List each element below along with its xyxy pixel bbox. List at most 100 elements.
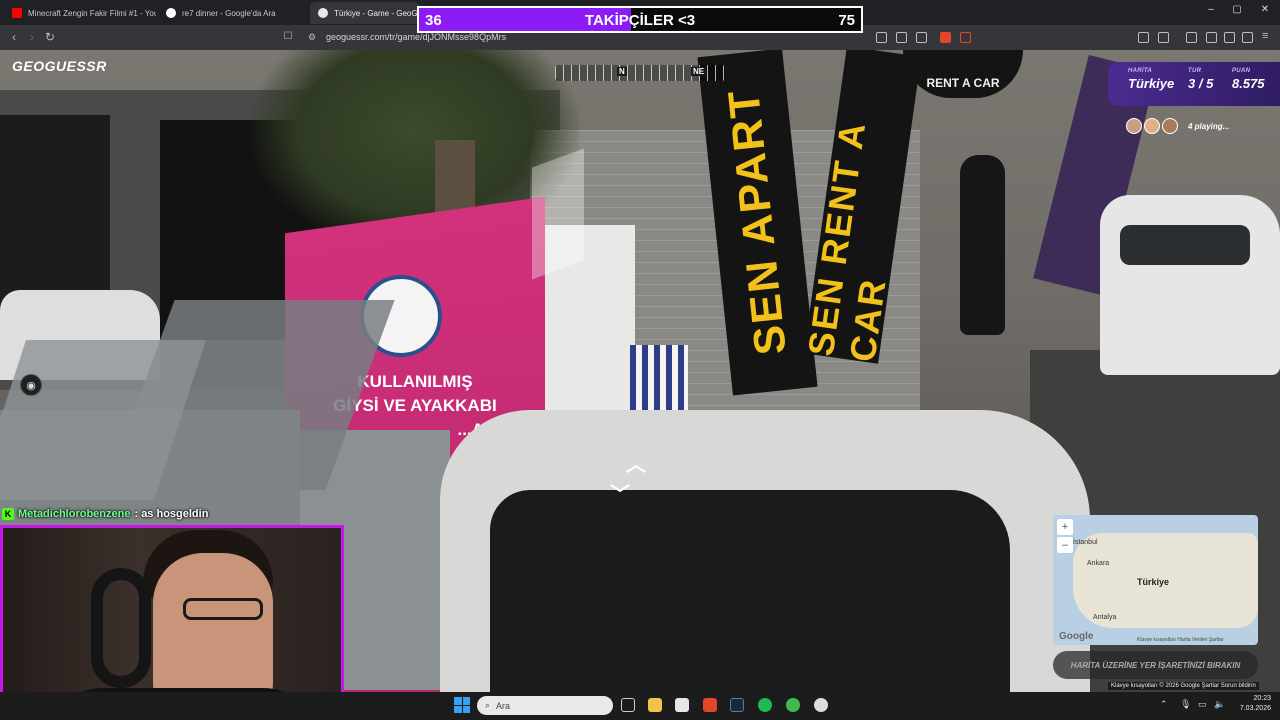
brave-browser-icon[interactable] bbox=[703, 698, 717, 712]
translate-icon[interactable] bbox=[876, 32, 887, 43]
map-label: HARİTA bbox=[1128, 68, 1153, 74]
cast-icon[interactable] bbox=[896, 32, 907, 43]
map-label-turkiye: Türkiye bbox=[1137, 577, 1170, 587]
headphones-icon bbox=[91, 568, 151, 688]
chat-message: K Metadichlorobenzene : as hosgeldin bbox=[2, 506, 208, 522]
webcam-overlay bbox=[0, 525, 344, 720]
taskbar-clock[interactable]: 20:23 7.03.2026 bbox=[1233, 694, 1271, 714]
leo-ai-icon[interactable] bbox=[1224, 32, 1235, 43]
shop-window bbox=[0, 115, 110, 315]
pedestrian bbox=[960, 155, 1005, 335]
youtube-favicon-icon bbox=[12, 8, 22, 18]
spotify-icon[interactable] bbox=[758, 698, 772, 712]
search-placeholder: Ara bbox=[496, 700, 511, 711]
extension-icon[interactable] bbox=[1138, 32, 1149, 43]
tray-overflow-icon[interactable]: ⌃ bbox=[1160, 699, 1168, 710]
chat-username: Metadichlorobenzene bbox=[18, 508, 131, 520]
vpn-icon[interactable] bbox=[1242, 32, 1253, 43]
tab-title: re7 dinner - Google'da Ara bbox=[182, 8, 276, 18]
close-window-button[interactable]: ✕ bbox=[1252, 4, 1278, 15]
map-label-antalya: Antalya bbox=[1093, 614, 1117, 621]
score-stat: PUAN 8.575 bbox=[1232, 68, 1265, 91]
round-value: 3 / 5 bbox=[1188, 76, 1214, 91]
tab-title: Minecraft Zengin Fakir Filmi #1 - You bbox=[28, 8, 156, 18]
bookmark-icon[interactable]: ☐ bbox=[280, 31, 296, 42]
compass-north: N bbox=[617, 67, 627, 76]
map-label-ankara: Ankara bbox=[1087, 560, 1110, 567]
chat-text: : as hosgeldin bbox=[134, 508, 209, 520]
sidebar-icon[interactable] bbox=[1186, 32, 1197, 43]
menu-icon[interactable]: ≡ bbox=[1262, 30, 1273, 42]
file-explorer-icon[interactable] bbox=[648, 698, 662, 712]
compass-northeast: NE bbox=[691, 67, 707, 76]
clock-time: 20:23 bbox=[1253, 695, 1271, 702]
parked-car bbox=[1100, 195, 1280, 375]
player-avatar bbox=[1126, 118, 1142, 134]
url-field[interactable]: geoguessr.com/tr/game/djJONMsse98QpMrs bbox=[326, 32, 506, 42]
taskbar-search[interactable]: ⌕ Ara bbox=[477, 696, 613, 715]
legal-links[interactable]: Klavye kısayolları © 2026 Google Şartlar… bbox=[1108, 682, 1259, 690]
banner-text: SEN APART bbox=[718, 86, 796, 358]
search-icon: ⌕ bbox=[485, 700, 491, 710]
obs-icon[interactable] bbox=[814, 698, 828, 712]
share-icon[interactable] bbox=[916, 32, 927, 43]
player-avatar bbox=[1144, 118, 1160, 134]
task-view-icon[interactable] bbox=[621, 698, 635, 712]
geoguessr-favicon-icon bbox=[318, 8, 328, 18]
tab-google-search[interactable]: re7 dinner - Google'da Ara bbox=[158, 2, 306, 24]
steam-icon[interactable] bbox=[730, 698, 744, 712]
kick-icon: K bbox=[2, 508, 14, 520]
store-icon[interactable] bbox=[675, 698, 689, 712]
round-label: TUR bbox=[1188, 68, 1202, 74]
google-logo: Google bbox=[1059, 631, 1094, 642]
tab-youtube[interactable]: Minecraft Zengin Fakir Filmi #1 - You bbox=[4, 2, 156, 24]
map-footer[interactable]: Klavye kısayolları Harita Verileri Şartl… bbox=[1137, 637, 1223, 643]
tab-geoguessr[interactable]: Türkiye - Game - GeoG bbox=[310, 2, 420, 24]
minimize-button[interactable]: – bbox=[1198, 4, 1224, 15]
guess-minimap[interactable]: + – İstanbul Ankara Türkiye Antalya Goog… bbox=[1053, 515, 1258, 645]
wallet-icon[interactable] bbox=[1206, 32, 1217, 43]
back-arrow-icon[interactable]: ‹ bbox=[6, 30, 22, 44]
move-back-chevron-icon[interactable]: ﹀ bbox=[610, 478, 630, 507]
map-value: Türkiye bbox=[1128, 76, 1175, 91]
network-icon[interactable]: ▭ bbox=[1198, 699, 1207, 710]
brave-shield-icon[interactable] bbox=[940, 32, 951, 43]
forward-arrow-icon[interactable]: › bbox=[24, 30, 40, 44]
volume-icon[interactable]: 🔈 bbox=[1214, 699, 1225, 710]
follower-goal-bar: 36 TAKİPÇİLER <3 75 bbox=[417, 6, 863, 33]
site-info-icon[interactable]: ⚙ bbox=[304, 32, 320, 43]
score-label: PUAN bbox=[1232, 68, 1251, 74]
striped-chair bbox=[630, 345, 688, 420]
windows-start-icon[interactable] bbox=[454, 697, 470, 713]
move-forward-chevron-icon[interactable]: ︿ bbox=[626, 448, 646, 477]
xbox-icon[interactable] bbox=[786, 698, 800, 712]
car-window bbox=[1120, 225, 1250, 265]
streamer-glasses bbox=[183, 598, 263, 620]
navigation-arrow-icon[interactable] bbox=[532, 148, 584, 280]
microphone-icon[interactable]: 🎙 bbox=[1180, 699, 1191, 710]
goal-title: TAKİPÇİLER <3 bbox=[584, 12, 696, 29]
tab-title: Türkiye - Game - GeoG bbox=[334, 8, 418, 18]
car-windshield bbox=[490, 490, 1010, 692]
players-indicator[interactable]: 4 playing... bbox=[1126, 117, 1229, 135]
compass: N NE bbox=[555, 65, 725, 81]
windows-taskbar bbox=[0, 692, 1280, 720]
brave-rewards-icon[interactable] bbox=[960, 32, 971, 43]
player-avatar bbox=[1162, 118, 1178, 134]
zoom-out-button[interactable]: – bbox=[1057, 537, 1073, 553]
place-marker-hint[interactable]: HARİTA ÜZERİNE YER İŞARETİNİZİ BIRAKIN bbox=[1053, 651, 1258, 679]
geoguessr-logo[interactable]: GEOGUESSR bbox=[12, 58, 107, 74]
google-favicon-icon bbox=[166, 8, 176, 18]
zoom-in-button[interactable]: + bbox=[1057, 519, 1073, 535]
goal-target: 75 bbox=[838, 12, 855, 29]
game-status-panel: HARİTA Türkiye TUR 3 / 5 PUAN 8.575 bbox=[1108, 62, 1280, 106]
maximize-button[interactable]: ▢ bbox=[1224, 4, 1250, 15]
reload-icon[interactable]: ↻ bbox=[42, 30, 58, 44]
score-value: 8.575 bbox=[1232, 76, 1265, 91]
map-label-istanbul: İstanbul bbox=[1073, 539, 1098, 546]
round-stat: TUR 3 / 5 bbox=[1188, 68, 1213, 91]
screenshot-icon[interactable] bbox=[1158, 32, 1169, 43]
return-to-start-icon[interactable]: ◉ bbox=[20, 374, 42, 396]
clock-date: 7.03.2026 bbox=[1239, 705, 1271, 712]
players-count: 4 playing... bbox=[1188, 121, 1230, 131]
